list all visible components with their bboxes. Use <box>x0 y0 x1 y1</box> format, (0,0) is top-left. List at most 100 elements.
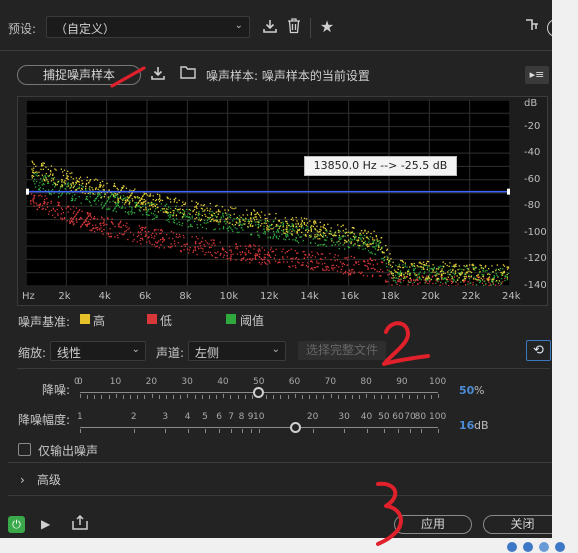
output-noise-only-checkbox[interactable] <box>18 443 31 456</box>
data-point <box>215 205 217 207</box>
power-icon[interactable]: ⏻ <box>8 516 25 533</box>
data-point <box>91 229 93 231</box>
data-point <box>165 211 167 214</box>
data-point <box>173 240 176 242</box>
reduce-by-value[interactable]: 16 <box>459 419 474 432</box>
folder-icon[interactable] <box>178 65 198 85</box>
data-point <box>398 263 401 266</box>
data-point <box>100 204 102 206</box>
data-point <box>176 233 178 235</box>
channel-dropdown[interactable]: 左侧 ⌄ <box>188 341 286 361</box>
data-point <box>447 276 449 278</box>
data-point <box>390 271 392 273</box>
data-point <box>240 216 242 219</box>
data-point <box>124 211 127 213</box>
data-point <box>319 221 321 224</box>
data-point <box>46 197 48 200</box>
data-point <box>287 235 289 237</box>
routing-icon[interactable] <box>522 18 542 38</box>
data-point <box>206 242 208 244</box>
trash-icon[interactable] <box>284 18 304 38</box>
data-point <box>142 201 144 204</box>
data-point <box>134 202 136 204</box>
noise-graph[interactable] <box>26 100 510 286</box>
data-point <box>177 208 179 211</box>
noise-reduction-slider-handle[interactable] <box>253 387 264 398</box>
data-point <box>170 230 173 233</box>
data-point <box>445 283 447 285</box>
data-point <box>467 281 469 283</box>
data-point <box>213 239 215 241</box>
data-point <box>156 215 158 217</box>
data-point <box>302 261 304 264</box>
download-preset-icon[interactable] <box>260 18 280 38</box>
data-point <box>192 251 194 253</box>
data-point <box>305 218 308 220</box>
data-point <box>133 212 136 214</box>
panel-menu-icon[interactable]: ▸≡ <box>525 66 549 84</box>
data-point <box>112 200 114 202</box>
data-point <box>418 272 420 275</box>
data-point <box>272 220 275 223</box>
data-point <box>156 203 158 206</box>
data-point <box>129 200 131 202</box>
data-point <box>34 183 36 185</box>
preset-dropdown[interactable]: （自定义） ⌄ <box>46 16 250 38</box>
reduce-by-slider-handle[interactable] <box>290 422 301 433</box>
x-tick-label: 20k <box>421 291 440 302</box>
data-point <box>102 233 104 235</box>
threshold-handle-right[interactable] <box>507 188 510 195</box>
data-point <box>154 210 156 212</box>
data-point <box>319 238 321 240</box>
data-point <box>426 278 429 280</box>
data-point <box>368 239 370 241</box>
zoom-dropdown[interactable]: 线性 ⌄ <box>50 341 146 361</box>
data-point <box>425 277 427 279</box>
x-tick-label: 4k <box>98 291 111 302</box>
threshold-handle-left[interactable] <box>26 188 29 195</box>
star-icon[interactable]: ★ <box>317 17 337 37</box>
play-icon[interactable]: ▶ <box>41 517 50 531</box>
data-point <box>371 275 374 278</box>
data-point <box>39 182 41 184</box>
data-point <box>43 198 46 201</box>
noise-reduction-value[interactable]: 50 <box>459 384 474 397</box>
data-point <box>57 180 59 183</box>
save-noise-print-icon[interactable] <box>148 65 168 85</box>
data-point <box>448 265 450 267</box>
data-point <box>413 262 415 265</box>
data-point <box>101 216 103 218</box>
data-point <box>256 231 259 233</box>
data-point <box>191 225 193 228</box>
data-point <box>247 225 249 228</box>
data-point <box>147 214 149 216</box>
data-point <box>227 209 230 211</box>
data-point <box>451 282 453 284</box>
advanced-toggle[interactable]: › 高级 <box>20 471 61 488</box>
data-point <box>284 217 286 219</box>
data-point <box>348 246 351 249</box>
data-point <box>497 282 500 284</box>
data-point <box>121 198 123 200</box>
data-point <box>379 275 381 277</box>
data-point <box>440 281 442 284</box>
data-point <box>59 187 62 189</box>
close-button[interactable]: 关闭 <box>483 515 562 534</box>
data-point <box>298 225 300 227</box>
data-point <box>331 264 333 267</box>
loop-export-icon[interactable] <box>71 514 89 534</box>
select-entire-file-button[interactable]: 选择完整文件 <box>298 341 386 360</box>
capture-noise-print-button[interactable]: 捕捉噪声样本 <box>17 65 141 85</box>
data-point <box>171 245 173 248</box>
data-point <box>316 244 319 247</box>
apply-button[interactable]: 应用 <box>394 515 472 534</box>
data-point <box>92 218 94 220</box>
data-point <box>148 240 150 242</box>
data-point <box>53 181 55 184</box>
reduce-by-track[interactable] <box>80 427 438 428</box>
data-point <box>111 218 113 220</box>
data-point <box>258 261 260 264</box>
refresh-icon[interactable]: ⟲ <box>526 340 551 361</box>
data-point <box>76 221 78 223</box>
data-point <box>187 220 189 222</box>
